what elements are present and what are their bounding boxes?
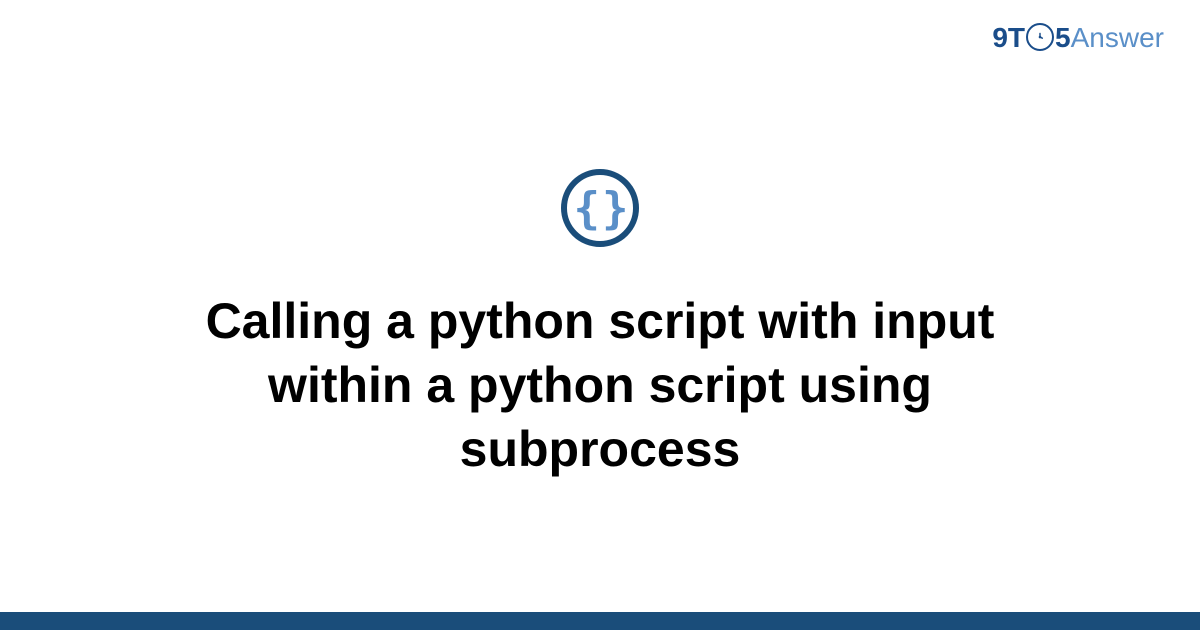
category-icon-circle: {} — [561, 169, 639, 247]
page-title: Calling a python script with input withi… — [100, 289, 1100, 481]
footer-accent-bar — [0, 612, 1200, 630]
brace-right: } — [602, 183, 627, 234]
brace-left: { — [574, 183, 599, 234]
main-content: {} Calling a python script with input wi… — [0, 0, 1200, 630]
code-braces-icon: {} — [574, 183, 627, 234]
